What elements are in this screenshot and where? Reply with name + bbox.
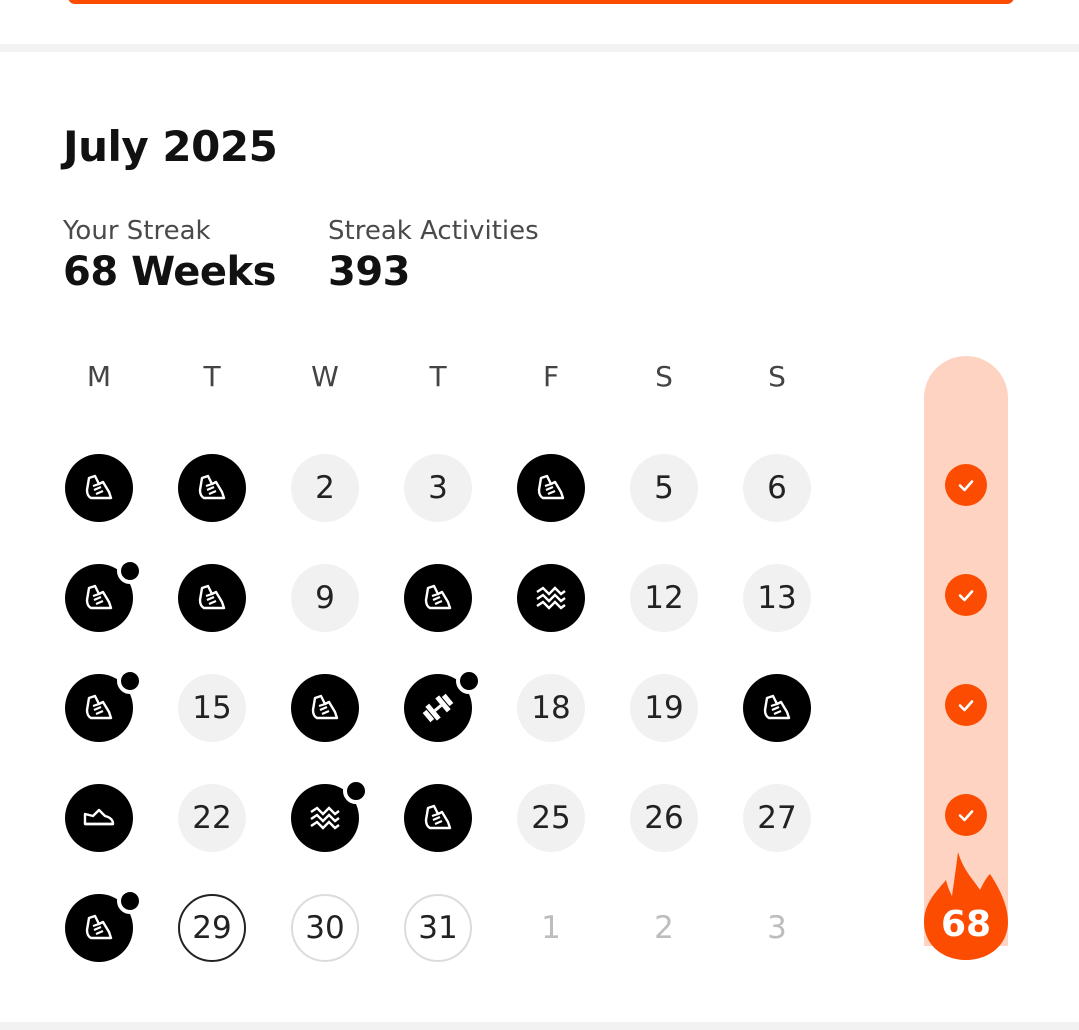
- run-shoe-icon: [424, 584, 452, 610]
- multiple-activities-dot: [117, 668, 143, 694]
- weekday-label: M: [86, 360, 112, 393]
- calendar-day[interactable]: 6: [743, 454, 811, 522]
- calendar-day-activity[interactable]: [404, 784, 472, 852]
- calendar-day-activity[interactable]: [291, 778, 369, 852]
- primary-action-bar[interactable]: [68, 0, 1014, 4]
- calendar-day-activity[interactable]: [517, 564, 585, 632]
- calendar-day[interactable]: 2: [630, 894, 698, 962]
- weekday-label: W: [311, 360, 339, 393]
- calendar-day[interactable]: 12: [630, 564, 698, 632]
- run-shoe-icon: [198, 474, 226, 500]
- weekday-label: T: [429, 360, 447, 393]
- weekday-label: S: [655, 360, 673, 393]
- activities-stat: Streak Activities 393: [328, 214, 539, 296]
- weekday-label: S: [768, 360, 786, 393]
- calendar-day[interactable]: 30: [291, 894, 359, 962]
- run-shoe-icon: [85, 474, 113, 500]
- run-shoe-icon: [85, 694, 113, 720]
- calendar-day[interactable]: 3: [743, 894, 811, 962]
- multiple-activities-dot: [456, 668, 482, 694]
- calendar-day-activity[interactable]: [65, 888, 143, 962]
- calendar-day-activity[interactable]: [517, 454, 585, 522]
- calendar-day[interactable]: 27: [743, 784, 811, 852]
- activities-value: 393: [328, 249, 410, 295]
- streak-stat: Your Streak 68 Weeks: [63, 214, 276, 296]
- calendar-day-activity[interactable]: [65, 558, 143, 632]
- streak-label: Your Streak: [63, 216, 211, 246]
- check-icon: [945, 684, 987, 726]
- run-shoe-icon: [537, 474, 565, 500]
- check-icon: [945, 794, 987, 836]
- calendar-day[interactable]: 31: [404, 894, 472, 962]
- calendar-day-activity[interactable]: [743, 674, 811, 742]
- calendar-day-activity[interactable]: [178, 564, 246, 632]
- calendar-day[interactable]: 22: [178, 784, 246, 852]
- calendar-day[interactable]: 26: [630, 784, 698, 852]
- calendar-day[interactable]: 25: [517, 784, 585, 852]
- calendar-day-activity[interactable]: [291, 674, 359, 742]
- activities-label: Streak Activities: [328, 216, 539, 246]
- calendar-day[interactable]: 18: [517, 674, 585, 742]
- weekday-label: F: [542, 360, 560, 393]
- month-title: July 2025: [63, 122, 278, 171]
- check-icon: [945, 464, 987, 506]
- streak-value: 68 Weeks: [63, 249, 276, 295]
- dumbbell-icon: [422, 693, 454, 723]
- calendar-day[interactable]: 9: [291, 564, 359, 632]
- calendar-day-activity[interactable]: [65, 668, 143, 742]
- run-shoe-icon: [424, 804, 452, 830]
- streak-badge[interactable]: 68: [924, 852, 1008, 960]
- calendar-day-activity[interactable]: [404, 668, 482, 742]
- streak-badge-count: 68: [940, 904, 992, 945]
- calendar-day[interactable]: 3: [404, 454, 472, 522]
- calendar-day-today[interactable]: 29: [178, 894, 246, 962]
- multiple-activities-dot: [343, 778, 369, 804]
- run-shoe-icon: [198, 584, 226, 610]
- hiit-wave-icon: [310, 806, 340, 830]
- calendar-day[interactable]: 13: [743, 564, 811, 632]
- calendar-day-activity[interactable]: [65, 454, 133, 522]
- multiple-activities-dot: [117, 558, 143, 584]
- calendar-day-activity[interactable]: [178, 454, 246, 522]
- run-shoe-icon: [763, 694, 791, 720]
- calendar-day-activity[interactable]: [404, 564, 472, 632]
- multiple-activities-dot: [117, 888, 143, 914]
- section-divider: [0, 44, 1079, 52]
- weekday-label: T: [203, 360, 221, 393]
- calendar-day[interactable]: 5: [630, 454, 698, 522]
- run-shoe-icon: [85, 584, 113, 610]
- calendar-day[interactable]: 2: [291, 454, 359, 522]
- calendar-day[interactable]: 19: [630, 674, 698, 742]
- hiit-wave-icon: [536, 586, 566, 610]
- calendar-day-activity[interactable]: [65, 784, 133, 852]
- check-icon: [945, 574, 987, 616]
- calendar-day[interactable]: 1: [517, 894, 585, 962]
- run-shoe-icon: [85, 914, 113, 940]
- run-shoe-icon: [311, 694, 339, 720]
- sneaker-icon: [83, 808, 115, 826]
- calendar-day[interactable]: 15: [178, 674, 246, 742]
